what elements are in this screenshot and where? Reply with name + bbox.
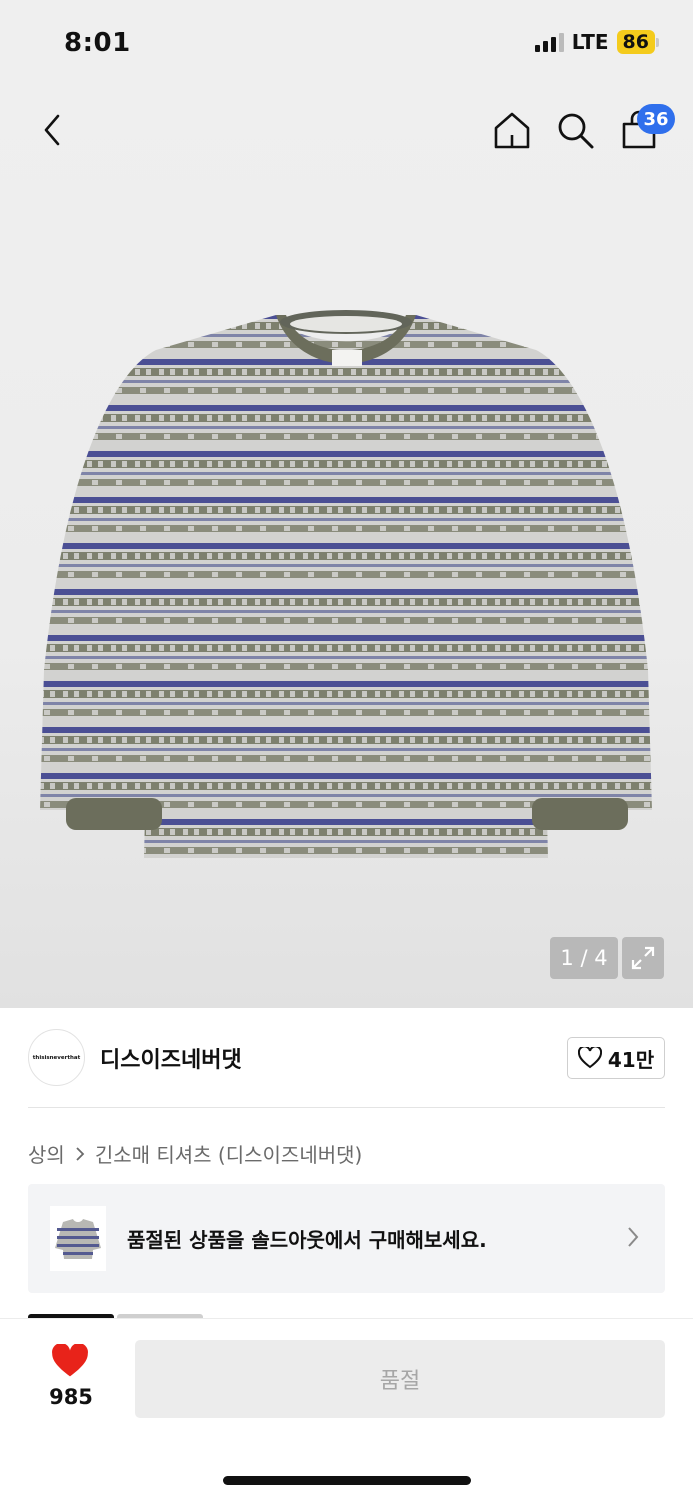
cart-count-badge: 36	[637, 104, 675, 134]
heart-filled-icon	[52, 1343, 88, 1377]
battery-icon: 86	[616, 30, 659, 54]
back-button[interactable]	[30, 108, 74, 152]
soldout-thumbnail	[50, 1206, 106, 1271]
brand-like-count: 41만	[607, 1047, 655, 1072]
soldout-buy-button[interactable]: 품절	[135, 1340, 665, 1418]
soldout-banner-text: 품절된 상품을 솔드아웃에서 구매해보세요.	[127, 1228, 487, 1252]
back-icon	[44, 114, 60, 146]
status-time: 8:01	[64, 28, 131, 58]
product-image	[40, 310, 652, 858]
status-indicators: LTE 86	[534, 30, 659, 54]
chevron-right-icon	[76, 1146, 85, 1161]
search-icon	[558, 113, 594, 149]
image-pager: 1 / 4	[550, 937, 618, 979]
breadcrumb: 상의 긴소매 티셔츠 (디스이즈네버댓)	[28, 1139, 362, 1168]
heart-outline-icon	[577, 1047, 602, 1069]
expand-icon	[631, 946, 655, 970]
wishlist-count: 985	[49, 1385, 93, 1409]
expand-button[interactable]	[622, 937, 664, 979]
breadcrumb-subcategory[interactable]: 긴소매 티셔츠 (디스이즈네버댓)	[95, 1139, 363, 1168]
brand-name[interactable]: 디스이즈네버댓	[100, 1042, 242, 1074]
breadcrumb-category[interactable]: 상의	[28, 1139, 65, 1168]
wishlist-button[interactable]	[50, 1343, 90, 1382]
status-bar: 8:01 LTE 86	[0, 0, 693, 90]
brand-logo-text: thisisneverthat	[32, 1054, 81, 1061]
search-button[interactable]	[553, 108, 597, 152]
network-label: LTE	[571, 30, 609, 54]
home-button[interactable]	[490, 108, 534, 152]
divider	[28, 1107, 665, 1108]
brand-like-button[interactable]: 41만	[567, 1037, 665, 1079]
signal-icon	[534, 32, 564, 52]
home-indicator	[223, 1476, 471, 1485]
soldout-banner[interactable]: 품절된 상품을 솔드아웃에서 구매해보세요.	[28, 1184, 665, 1293]
home-icon	[494, 112, 530, 149]
brand-logo[interactable]: thisisneverthat	[28, 1029, 85, 1086]
battery-level: 86	[616, 30, 655, 54]
chevron-right-icon	[628, 1227, 639, 1247]
